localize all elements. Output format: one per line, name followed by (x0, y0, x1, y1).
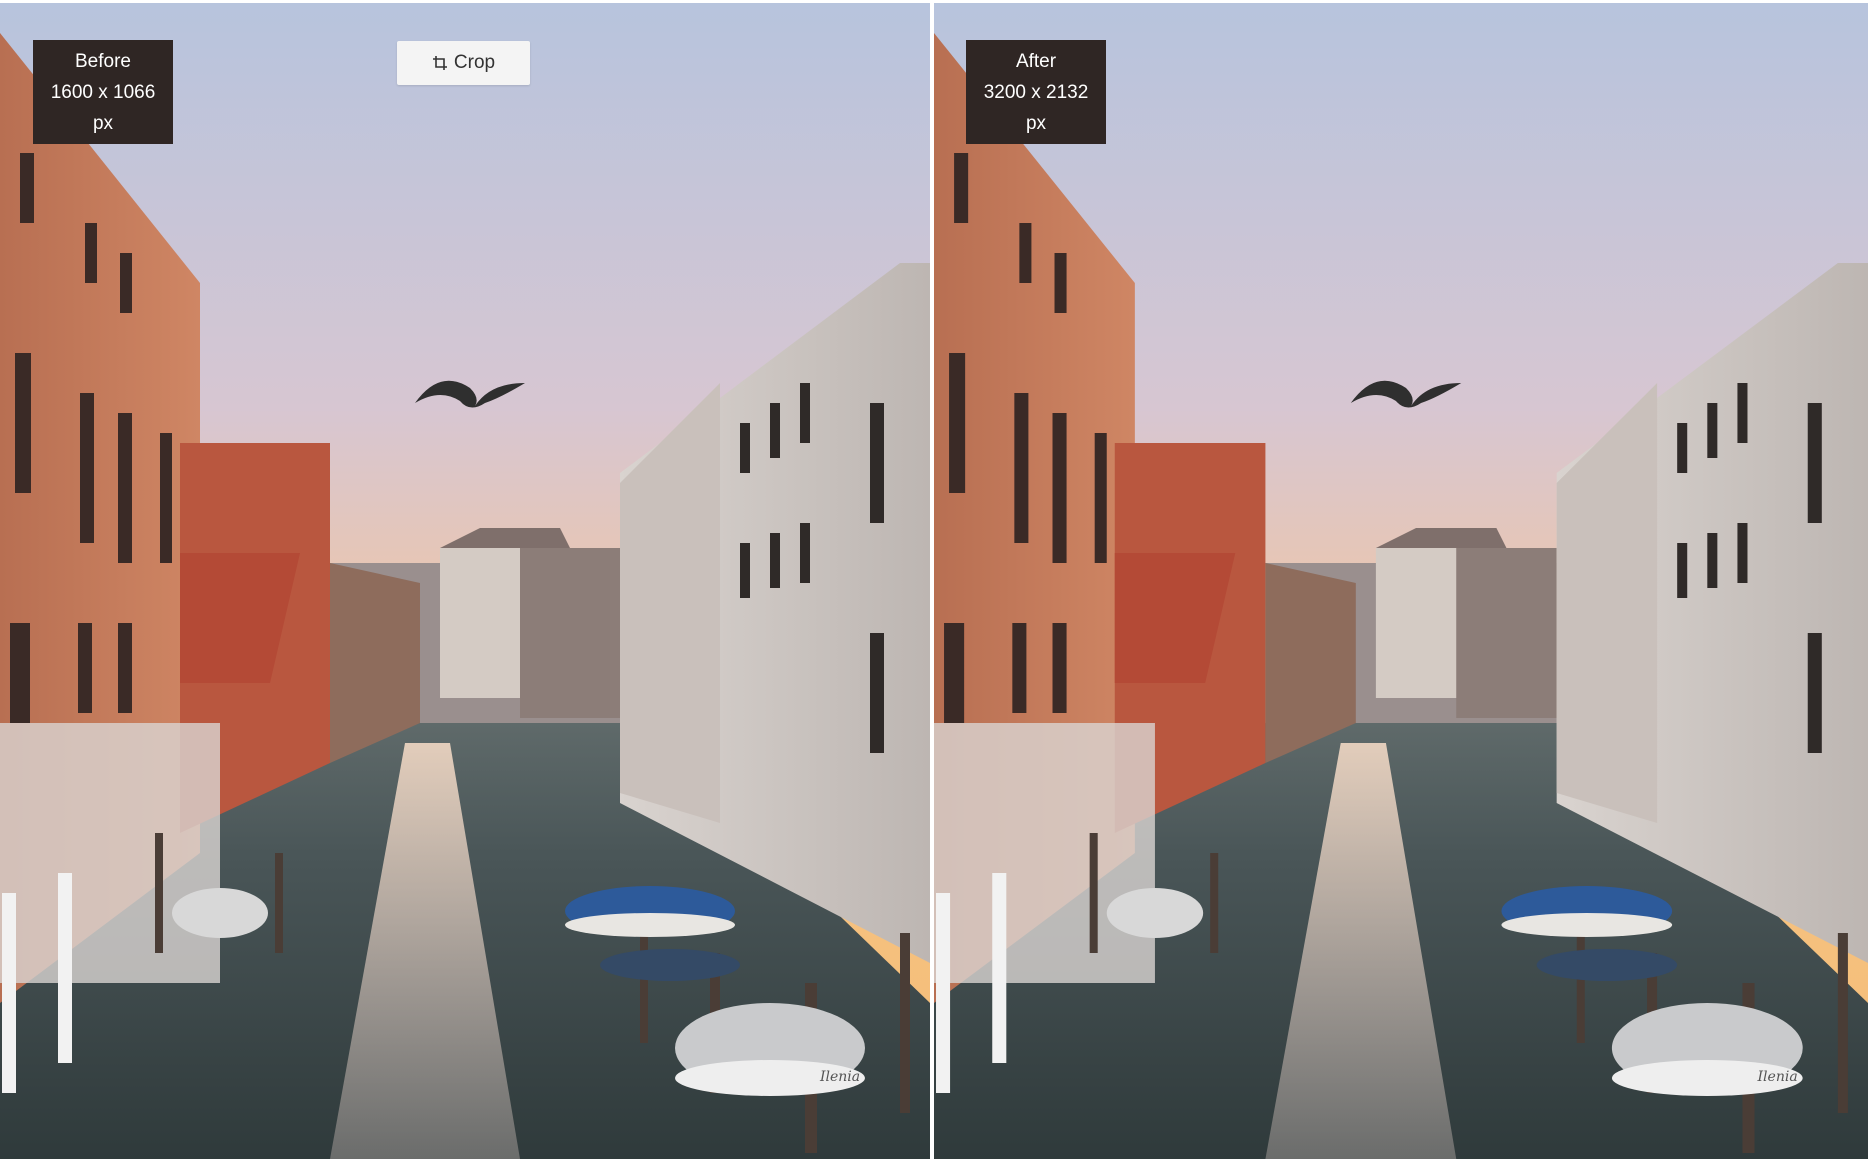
canal-photo-after: Ilenia (934, 3, 1868, 1159)
after-image-panel: Ilenia (934, 3, 1868, 1159)
boat-name-text: Ilenia (819, 1069, 860, 1085)
crop-button[interactable]: Crop (397, 41, 530, 85)
after-title: After (1015, 51, 1057, 72)
after-label: After 3200 x 2132 px (966, 40, 1106, 144)
crop-button-label: Crop (453, 52, 496, 73)
before-title: Before (75, 51, 131, 72)
canal-photo-before: Ilenia (0, 3, 930, 1159)
boat-name-text: Ilenia (1757, 1069, 1798, 1085)
before-image-panel: Ilenia (0, 3, 930, 1159)
after-dimensions: 3200 x 2132 px (983, 82, 1089, 134)
comparison-viewer: Ilenia Ilenia Before 1600 x 1066 px Afte… (0, 0, 1868, 1162)
before-dimensions: 1600 x 1066 px (50, 82, 156, 134)
before-label: Before 1600 x 1066 px (33, 40, 173, 144)
crop-icon (432, 56, 447, 70)
